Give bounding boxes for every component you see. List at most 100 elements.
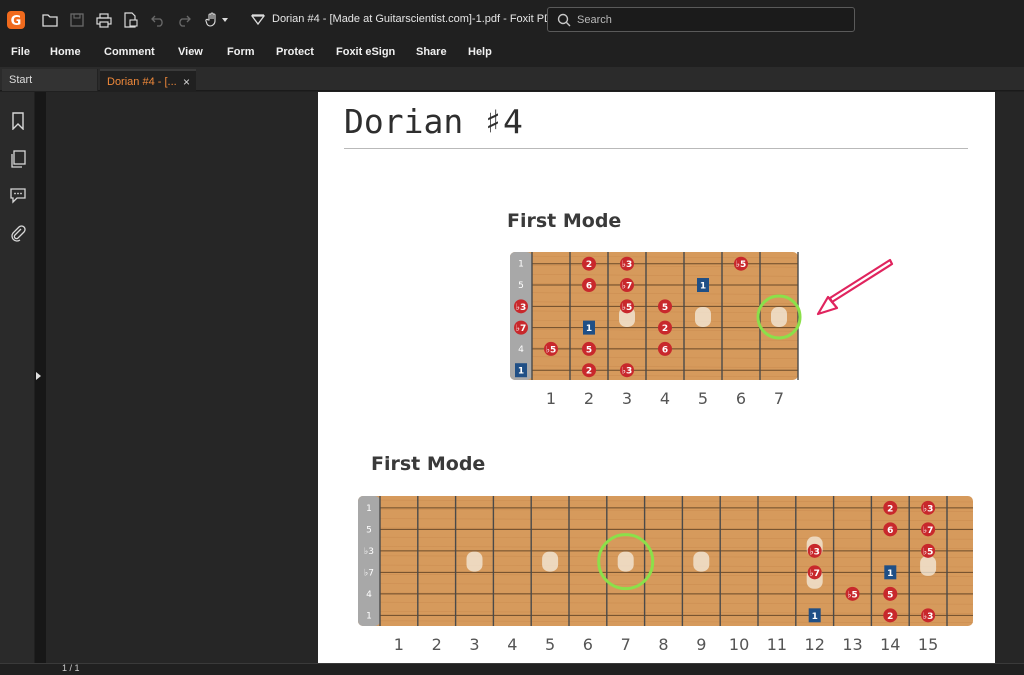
fb2-string-label: 1 — [366, 504, 372, 514]
page-title: Dorian ♯4 — [344, 102, 523, 141]
svg-text:G: G — [11, 14, 22, 29]
fb2-note-label: ♭7 — [923, 526, 934, 536]
fb2-string-label: ♭3 — [364, 547, 374, 557]
fb2-fret-number: 11 — [767, 635, 787, 654]
fb1-note-label: ♭3 — [622, 367, 633, 377]
menu-foxit-esign[interactable]: Foxit eSign — [336, 46, 395, 58]
fb2-note-label: ♭5 — [923, 547, 934, 557]
fb1-ghost-marker — [771, 306, 787, 327]
fb1-note-label: 2 — [586, 260, 592, 270]
fb1-note-label: ♭3 — [622, 260, 633, 270]
fb1-note-label: ♭5 — [622, 303, 633, 313]
search-input[interactable]: Search — [547, 7, 855, 32]
panel-collapse-strip[interactable] — [35, 92, 46, 663]
fb1-string-label: 4 — [518, 345, 524, 355]
fb1-fret-number: 5 — [698, 389, 708, 408]
fb2-note-label: 2 — [887, 504, 893, 514]
fb2-string-label: 5 — [366, 525, 372, 535]
fb2-note-label: ♭3 — [923, 504, 934, 514]
document-tab-bar: Start Dorian #4 - [... × — [0, 67, 1024, 91]
search-icon — [557, 13, 571, 27]
pointer-arrow-icon — [816, 258, 894, 316]
fb2-ghost-marker — [466, 551, 483, 572]
customize-toolbar-icon[interactable] — [248, 10, 268, 30]
fb1-note-label: 1 — [586, 324, 592, 334]
fb2-fret-number: 5 — [545, 635, 555, 654]
fb2-fret-number: 8 — [658, 635, 668, 654]
close-tab-icon[interactable]: × — [183, 75, 190, 89]
fb1-string-label: 5 — [518, 281, 524, 291]
expand-panel-arrow-icon[interactable] — [36, 372, 41, 380]
fb2-ghost-marker — [542, 551, 559, 572]
fretboard-diagram-2: 1 5 ♭3 ♭7 4 1 1 2 3 4 5 6 7 8 9 10 11 12 13 14 15 2 ♭3 6 ♭7 ♭3 ♭5 ♭… — [358, 496, 977, 663]
tab-dorian[interactable]: Dorian #4 - [... × — [100, 69, 196, 91]
pdf-page: Dorian ♯4 First Mode 15♭3♭74112345672♭3♭… — [318, 92, 995, 663]
fb1-note-label: 5 — [662, 303, 668, 313]
menu-comment[interactable]: Comment — [104, 46, 155, 58]
hand-tool-icon[interactable] — [202, 10, 222, 30]
fb2-note-label: 6 — [887, 526, 893, 536]
fb1-ghost-marker — [695, 306, 711, 327]
menu-form[interactable]: Form — [227, 46, 255, 58]
fb2-fret-number: 13 — [842, 635, 862, 654]
fb2-svg: 15♭3♭7411 2 3 4 5 6 7 8 9 10 11 12 13 14 152 ♭36 ♭7♭3 ♭5♭… — [358, 496, 974, 654]
fb2-ghost-marker — [693, 551, 710, 572]
fb1-note-label: 1 — [518, 367, 524, 377]
pages-thumbnail-icon[interactable] — [9, 150, 27, 168]
fb2-fret-number: 9 — [696, 635, 706, 654]
comments-icon[interactable] — [9, 186, 27, 204]
menu-protect[interactable]: Protect — [276, 46, 314, 58]
status-bar: 1 / 1 — [0, 663, 1024, 675]
attachment-icon[interactable] — [9, 224, 27, 242]
fb1-string-label: 1 — [518, 260, 524, 270]
redo-icon[interactable] — [174, 10, 194, 30]
fb2-note-label: ♭5 — [847, 590, 858, 600]
fb1-note-label: 1 — [700, 282, 706, 292]
fb2-fret-number: 6 — [583, 635, 593, 654]
bookmark-icon[interactable] — [9, 112, 27, 130]
fb1-fret-number: 2 — [584, 389, 594, 408]
fb1-note-label: 6 — [662, 345, 668, 355]
fb2-fret-number: 10 — [729, 635, 749, 654]
document-title: Dorian #4 - [Made at Guitarscientist.com… — [272, 13, 562, 25]
fb1-note-label: 6 — [586, 282, 592, 292]
fb2-fret-number: 15 — [918, 635, 938, 654]
open-folder-icon[interactable] — [40, 10, 60, 30]
fb2-note-label: ♭7 — [809, 569, 820, 579]
fb2-note-label: 5 — [887, 590, 893, 600]
print-icon[interactable] — [94, 10, 114, 30]
tab-start-label: Start — [9, 74, 33, 86]
fb2-fret-number: 14 — [880, 635, 900, 654]
hand-tool-dropdown-icon[interactable] — [220, 10, 230, 30]
fb1-nut — [510, 252, 532, 380]
menu-home[interactable]: Home — [50, 46, 81, 58]
fb1-fret-number: 3 — [622, 389, 632, 408]
fb2-note-label: 1 — [887, 569, 893, 579]
fb2-neck — [358, 496, 973, 626]
fb2-fret-number: 1 — [394, 635, 404, 654]
menu-help[interactable]: Help — [468, 46, 492, 58]
fb2-fret-number: 4 — [507, 635, 517, 654]
fb1-fret-number: 7 — [774, 389, 784, 408]
fb2-fret-number: 12 — [805, 635, 825, 654]
tab-start[interactable]: Start — [2, 69, 98, 91]
page-indicator: 1 / 1 — [62, 663, 80, 673]
page-properties-icon[interactable] — [121, 10, 141, 30]
undo-icon[interactable] — [148, 10, 168, 30]
menu-view[interactable]: View — [178, 46, 203, 58]
foxit-logo-icon[interactable]: G — [6, 10, 26, 30]
menu-share[interactable]: Share — [416, 46, 447, 58]
fb2-string-label: 1 — [366, 611, 372, 621]
fb2-note-label: ♭3 — [923, 612, 934, 622]
fb2-note-label: ♭3 — [809, 547, 820, 557]
fb1-note-label: ♭7 — [516, 324, 527, 334]
fb1-svg: 15♭3♭74112345672♭3♭56♭71♭3♭55♭712♭55612♭… — [510, 252, 802, 408]
section-title-first-mode-extended: First Mode — [371, 453, 486, 475]
menu-bar: File Home Comment View Form Protect Foxi… — [0, 41, 1024, 65]
save-icon[interactable] — [67, 10, 87, 30]
tab-dorian-label: Dorian #4 - [... — [107, 76, 177, 88]
fb1-fret-number: 6 — [736, 389, 746, 408]
fb2-note-label: 2 — [887, 612, 893, 622]
menu-file[interactable]: File — [11, 46, 30, 58]
fb1-note-label: ♭3 — [516, 303, 527, 313]
